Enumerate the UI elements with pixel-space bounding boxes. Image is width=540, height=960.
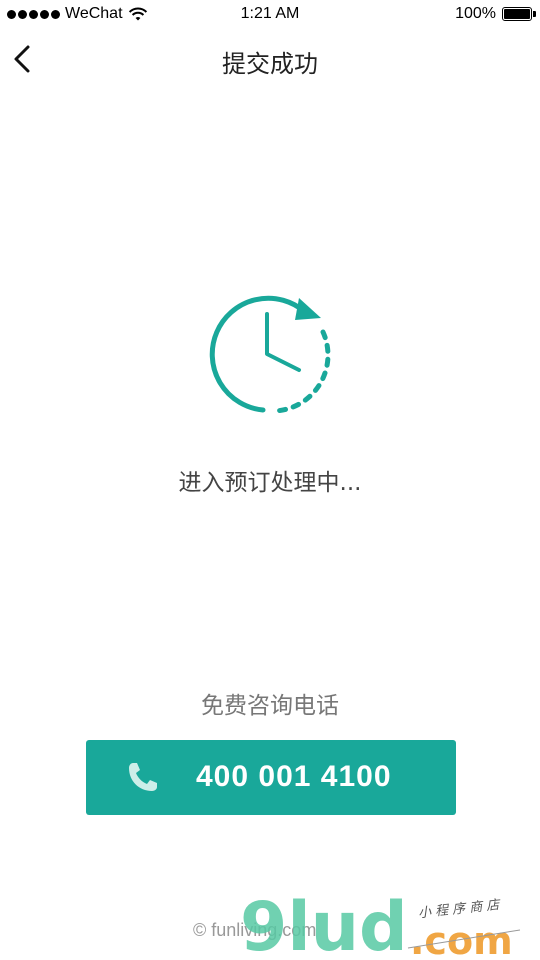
page-title: 提交成功 — [222, 50, 318, 78]
clock-refresh-icon — [209, 295, 331, 414]
status-right: 100% — [455, 5, 536, 23]
processing-status-text: 进入预订处理中... — [178, 470, 362, 496]
phone-number: 400 001 4100 — [196, 760, 392, 793]
svg-text:小 程 序 商 店: 小 程 序 商 店 — [417, 898, 502, 922]
nav-bar: 提交成功 — [0, 30, 540, 90]
battery-percentage: 100% — [455, 5, 496, 22]
call-hotline-button[interactable]: 400 001 4100 — [86, 740, 456, 815]
status-bar: WeChat 1:21 AM 100% — [0, 0, 540, 30]
watermark-logo: 9lud .com 小 程 序 商 店 — [240, 890, 521, 960]
battery-icon — [502, 7, 536, 21]
svg-text:9lud: 9lud — [240, 890, 408, 960]
phone-icon — [129, 763, 157, 791]
hotline-label: 免费咨询电话 — [201, 693, 339, 719]
